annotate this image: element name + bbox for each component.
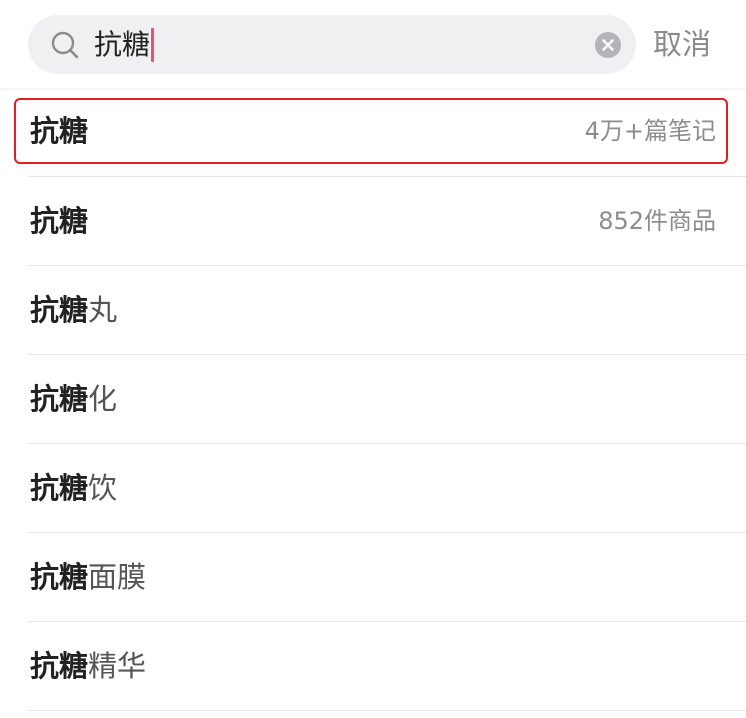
suggestion-item[interactable]: 抗糖丸 [0, 266, 746, 355]
divider [28, 710, 746, 711]
suggestion-label: 抗糖丸 [30, 266, 117, 355]
suggestion-item[interactable]: 抗糖 852件商品 [0, 177, 746, 266]
suggestion-item[interactable]: 抗糖饮 [0, 444, 746, 533]
suggestion-list: 抗糖 4万+篇笔记 抗糖 852件商品 抗糖丸 抗糖化 抗糖饮 抗糖面膜 抗糖精… [0, 88, 746, 711]
search-query: 抗糖 [94, 28, 151, 61]
suggestion-match: 抗糖 [30, 114, 89, 148]
suggestion-label: 抗糖饮 [30, 444, 117, 533]
suggestion-label: 抗糖化 [30, 355, 117, 444]
suggestion-item[interactable]: 抗糖化 [0, 355, 746, 444]
suggestion-rest: 丸 [88, 293, 118, 327]
suggestion-label: 抗糖 [30, 177, 88, 266]
suggestion-match: 抗糖 [30, 649, 89, 683]
suggestion-rest: 化 [88, 382, 118, 416]
suggestion-rest: 面膜 [88, 560, 147, 594]
search-icon [51, 31, 79, 59]
search-input[interactable]: 抗糖 [94, 15, 155, 74]
suggestion-match: 抗糖 [30, 204, 89, 238]
search-header: 抗糖 取消 [0, 0, 746, 92]
suggestion-match: 抗糖 [30, 293, 89, 327]
suggestion-count: 852件商品 [598, 207, 716, 235]
clear-icon[interactable] [595, 32, 621, 58]
suggestion-count: 4万+篇笔记 [584, 117, 716, 145]
suggestion-item[interactable]: 抗糖面膜 [0, 533, 746, 622]
suggestion-label: 抗糖面膜 [30, 533, 146, 622]
suggestion-item[interactable]: 抗糖 4万+篇笔记 [0, 88, 746, 177]
search-box[interactable]: 抗糖 [28, 15, 636, 74]
suggestion-match: 抗糖 [30, 382, 89, 416]
suggestion-label: 抗糖 [30, 87, 88, 176]
suggestion-label: 抗糖精华 [30, 622, 146, 711]
suggestion-rest: 精华 [88, 649, 147, 683]
cancel-button[interactable]: 取消 [653, 15, 711, 74]
suggestion-match: 抗糖 [30, 471, 89, 505]
text-caret [151, 27, 155, 62]
suggestion-item[interactable]: 抗糖精华 [0, 622, 746, 711]
suggestion-rest: 饮 [88, 471, 118, 505]
suggestion-match: 抗糖 [30, 560, 89, 594]
